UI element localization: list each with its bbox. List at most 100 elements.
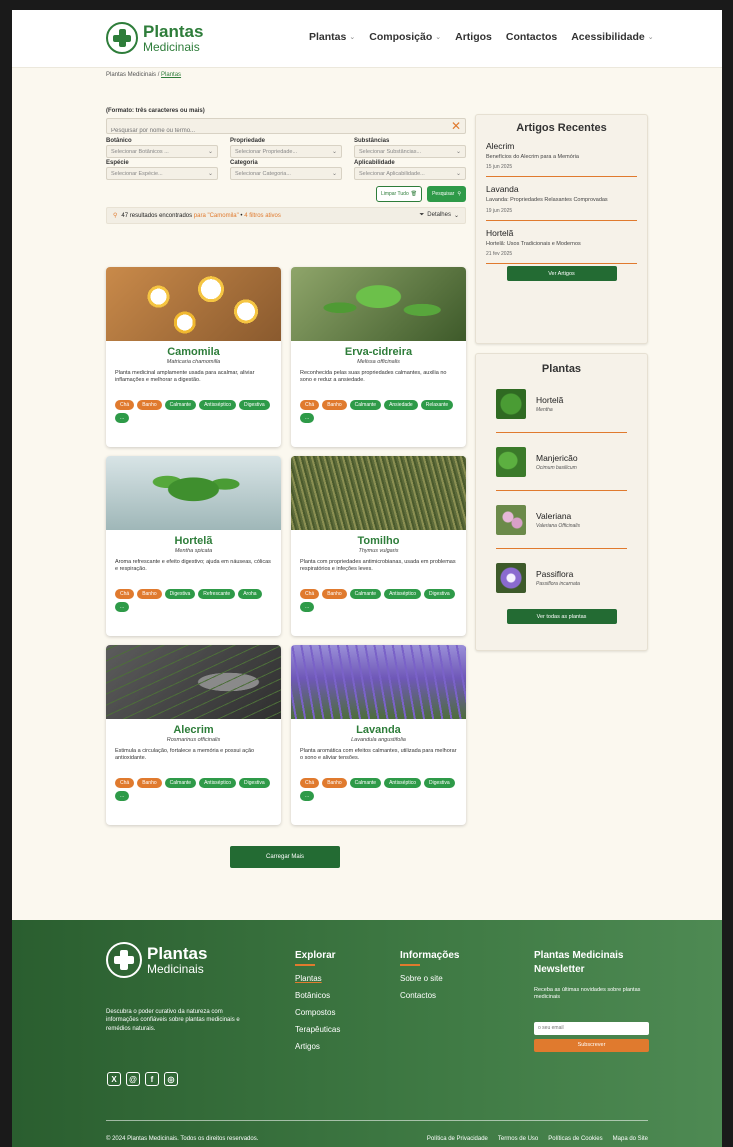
newsletter-email-input[interactable] [534, 1021, 649, 1035]
plant-card-alecrim[interactable]: Alecrim Rosmarinus officinalis Estimula … [106, 645, 281, 825]
article-item[interactable]: Lavanda Lavanda: Propriedades Relaxantes… [486, 184, 637, 221]
filter-icon: ⏷ [419, 212, 425, 218]
breadcrumb: Plantas Medicinais / Plantas [106, 72, 182, 78]
tag-list: Chá Banho Digestiva Refrescante Aroha... [115, 589, 272, 612]
threads-icon[interactable]: @ [126, 1072, 140, 1086]
clear-search-icon[interactable]: ✕ [451, 119, 461, 133]
plant-card-lavanda[interactable]: Lavanda Lavandula angustifolia Planta ar… [291, 645, 466, 825]
search-icon: ⚲ [457, 191, 461, 197]
nav-plantas[interactable]: Plantas ⌄ [309, 31, 355, 43]
footer-link-artigos[interactable]: Artigos [295, 1042, 340, 1051]
instagram-icon[interactable]: ◎ [164, 1072, 178, 1086]
facebook-icon[interactable]: f [145, 1072, 159, 1086]
article-item[interactable]: Alecrim Benefícios do Alecrim para a Mem… [486, 141, 637, 178]
plant-card-camomila[interactable]: Camomila Matricaria chamomilla Planta me… [106, 267, 281, 447]
footer-link-botanicos[interactable]: Botânicos [295, 991, 340, 1000]
view-all-plants-button[interactable]: Ver todas as plantas [506, 609, 617, 624]
tag[interactable]: Chá [115, 778, 135, 788]
details-toggle[interactable]: ⏷ Detalhes ⌄ [419, 212, 459, 219]
sitemap-link[interactable]: Mapa do Site [613, 1136, 648, 1142]
cookies-link[interactable]: Políticas de Cookies [548, 1136, 602, 1142]
terms-link[interactable]: Termos de Uso [498, 1136, 538, 1142]
nav-contactos[interactable]: Contactos [506, 31, 557, 43]
site-logo[interactable]: Plantas Medicinais [106, 22, 203, 54]
tag-more[interactable]: ... [115, 791, 130, 801]
select-aplicabilidade[interactable]: Selecionar Aplicabilidade... ⌄ [354, 167, 466, 180]
tag[interactable]: Digestiva [424, 778, 455, 788]
x-icon[interactable]: X [107, 1072, 121, 1086]
tag[interactable]: Calmante [164, 400, 197, 410]
tag-more[interactable]: ... [300, 791, 315, 801]
tag[interactable]: Digestiva [164, 589, 196, 599]
sidebar-plant-item[interactable]: Valeriana Valeriana Officinalis [496, 491, 627, 549]
tag-more[interactable]: ... [300, 413, 315, 423]
select-botanico[interactable]: Selecionar Botânicos ... ⌄ [106, 145, 218, 158]
search-input[interactable] [107, 124, 427, 138]
tag[interactable]: Banho [137, 400, 162, 410]
tag[interactable]: Antisséptico [199, 400, 237, 410]
sidebar-plant-item[interactable]: Passiflora Passiflora incarnata [496, 549, 627, 607]
load-more-button[interactable]: Carregar Mais [230, 846, 340, 868]
nav-artigos[interactable]: Artigos [455, 31, 492, 43]
tag[interactable]: Digestiva [239, 778, 270, 788]
plant-card-erva-cidreira[interactable]: Erva-cidreira Melissa officinalis Reconh… [291, 267, 466, 447]
clear-all-button[interactable]: Limpar Tudo 🗑 [375, 186, 423, 202]
chevron-down-icon: ⌄ [455, 171, 461, 177]
footer-link-compostos[interactable]: Compostos [295, 1008, 340, 1017]
tag[interactable]: Calmante [349, 400, 382, 410]
select-categoria[interactable]: Selecionar Categoria... ⌄ [230, 167, 342, 180]
tag[interactable]: Calmante [164, 778, 197, 788]
tag[interactable]: Chá [300, 778, 320, 788]
tag[interactable]: Banho [137, 589, 162, 599]
privacy-link[interactable]: Política de Privacidade [427, 1136, 488, 1142]
search-button[interactable]: Pesquisar ⚲ [427, 186, 466, 202]
tag[interactable]: Aroha [238, 589, 262, 599]
chevron-down-icon: ⌄ [207, 171, 213, 177]
tag-more[interactable]: ... [115, 413, 130, 423]
breadcrumb-current[interactable]: Plantas [161, 72, 181, 78]
nav-acessibilidade[interactable]: Acessibilidade ⌄ [571, 31, 653, 43]
article-item[interactable]: Hortelã Hortelã: Usos Tradicionais e Mod… [486, 228, 637, 265]
tag[interactable]: Chá [115, 589, 135, 599]
plant-thumbnail [496, 563, 526, 593]
footer-logo[interactable]: Plantas Medicinais [106, 942, 207, 978]
tag[interactable]: Antisséptico [384, 589, 422, 599]
tag[interactable]: Antisséptico [384, 778, 422, 788]
view-articles-button[interactable]: Ver Artigos [506, 266, 617, 282]
select-propriedade[interactable]: Selecionar Propriedade... ⌄ [230, 145, 342, 158]
tag[interactable]: Banho [322, 589, 347, 599]
sidebar-plant-item[interactable]: Manjericão Ocimum basilicum [496, 433, 627, 491]
plant-card-hortela[interactable]: Hortelã Mentha spicata Aroma refrescante… [106, 456, 281, 636]
tag[interactable]: Chá [300, 589, 320, 599]
tag[interactable]: Digestiva [424, 589, 455, 599]
tag[interactable]: Chá [115, 400, 135, 410]
tag-list: Chá Banho Calmante Antisséptico Digestiva... [300, 778, 457, 801]
tag[interactable]: Antisséptico [199, 778, 237, 788]
tag-more[interactable]: ... [300, 602, 315, 612]
search-panel: (Formato: três caracteres ou mais) ✕ Bot… [106, 108, 466, 224]
plant-thumbnail [496, 446, 526, 477]
tag[interactable]: Relaxante [420, 400, 454, 410]
breadcrumb-root[interactable]: Plantas Medicinais [106, 72, 156, 78]
tag[interactable]: Banho [322, 778, 347, 788]
tag[interactable]: Ansiedade [384, 400, 418, 410]
plant-card-tomilho[interactable]: Tomilho Thymus vulgaris Planta com propr… [291, 456, 466, 636]
tag[interactable]: Banho [137, 778, 162, 788]
nav-composicao[interactable]: Composição ⌄ [369, 31, 441, 43]
tag[interactable]: Banho [322, 400, 347, 410]
tag[interactable]: Calmante [349, 589, 382, 599]
tag[interactable]: Chá [300, 400, 320, 410]
tag-more[interactable]: ... [115, 602, 130, 612]
footer-link-terapeuticas[interactable]: Terapêuticas [295, 1025, 340, 1034]
sidebar-plant-item[interactable]: Hortelã Mentha [496, 375, 627, 433]
tag[interactable]: Digestiva [239, 400, 270, 410]
footer-link-contactos[interactable]: Contactos [400, 991, 459, 1000]
results-bar: ⚲ 47 resultados encontrados para "Camomi… [106, 207, 466, 224]
tag[interactable]: Refrescante [198, 589, 236, 599]
select-substancias[interactable]: Selecionar Substâncias... ⌄ [354, 145, 466, 158]
footer-link-plantas[interactable]: Plantas [295, 974, 340, 983]
tag[interactable]: Calmante [349, 778, 382, 788]
subscribe-button[interactable]: Subscrever [534, 1038, 649, 1052]
select-especie[interactable]: Selecionar Espécie... ⌄ [106, 167, 218, 180]
footer-link-sobre[interactable]: Sobre o site [400, 974, 459, 983]
